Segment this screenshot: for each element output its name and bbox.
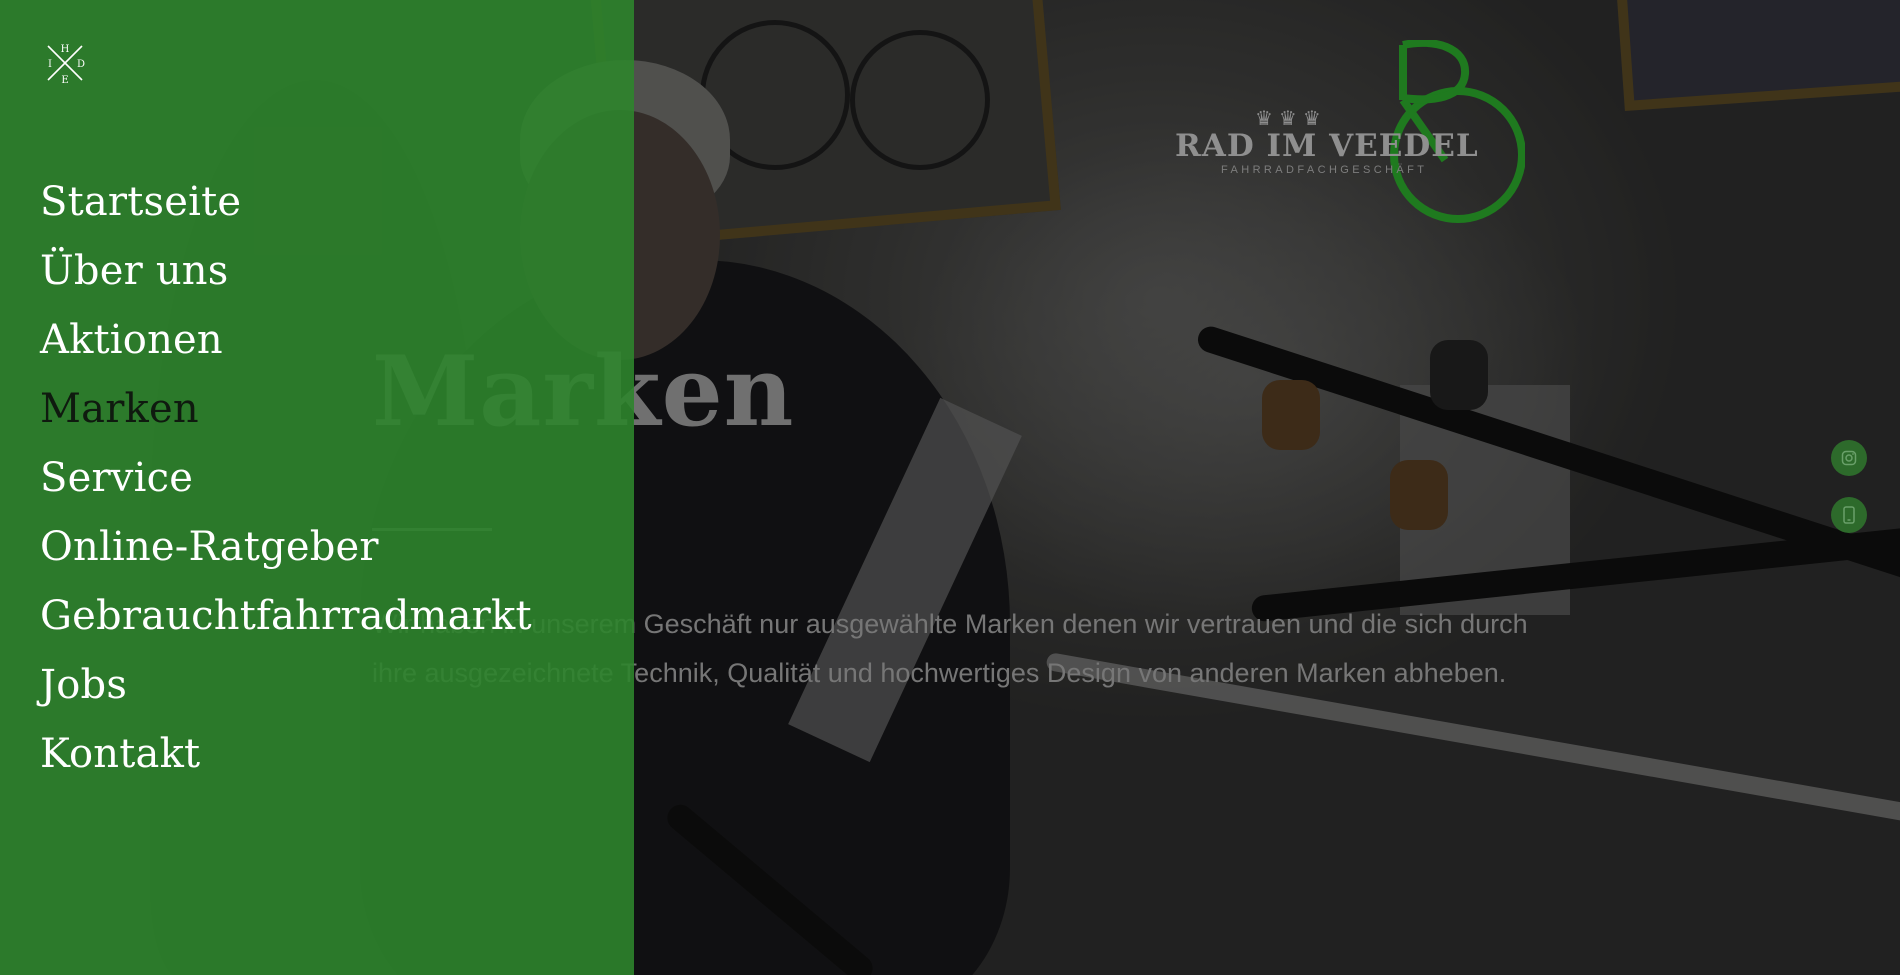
close-icon: H I D E [47,44,85,86]
instagram-icon [1841,450,1857,466]
nav-item-startseite: Startseite [40,170,532,239]
nav-link-aktionen[interactable]: Aktionen [40,308,223,372]
nav-link-kontakt[interactable]: Kontakt [40,722,200,786]
nav-item-marken: Marken [40,377,532,446]
nav-link-marken-active[interactable]: Marken [40,377,199,441]
crowns-icon: ♛♛♛ [1255,106,1327,130]
brand-tagline: FAHRRADFACHGESCHÄFT [1221,164,1428,176]
nav-item-ueber-uns: Über uns [40,239,532,308]
nav-link-ueber-uns[interactable]: Über uns [40,239,228,303]
nav-item-aktionen: Aktionen [40,308,532,377]
nav-link-online-ratgeber[interactable]: Online-Ratgeber [40,515,379,579]
close-letter-right: D [77,59,85,70]
nav-item-gebrauchtfahrradmarkt: Gebrauchtfahrradmarkt [40,584,532,653]
brand-logo[interactable]: ♛♛♛ RAD IM VEEDEL FAHRRADFACHGESCHÄFT [1175,40,1535,240]
close-letter-bottom: E [61,75,68,86]
nav-item-jobs: Jobs [40,653,532,722]
phone-icon [1843,506,1855,524]
nav-link-service[interactable]: Service [40,446,193,510]
main-navigation: Startseite Über uns Aktionen Marken Serv… [40,170,532,791]
close-letter-left: I [48,59,52,70]
nav-item-service: Service [40,446,532,515]
instagram-button[interactable] [1831,440,1867,476]
close-letter-top: H [61,44,70,55]
brand-name: RAD IM VEEDEL [1175,128,1479,164]
nav-link-gebrauchtfahrradmarkt[interactable]: Gebrauchtfahrradmarkt [40,584,532,648]
nav-item-online-ratgeber: Online-Ratgeber [40,515,532,584]
navigation-menu-panel: H I D E Startseite Über uns Aktionen Mar… [0,0,634,975]
nav-link-startseite[interactable]: Startseite [40,170,241,234]
nav-link-jobs[interactable]: Jobs [40,653,127,717]
phone-button[interactable] [1831,497,1867,533]
nav-item-kontakt: Kontakt [40,722,532,791]
close-menu-button[interactable]: H I D E [42,40,88,86]
